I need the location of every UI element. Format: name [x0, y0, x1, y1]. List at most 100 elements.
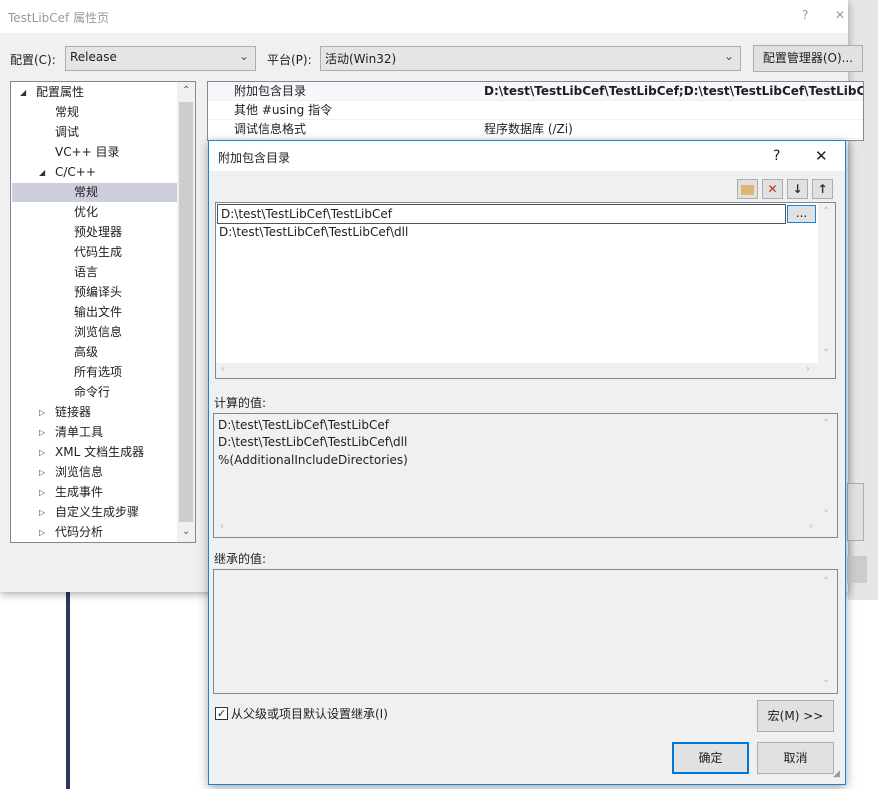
tree-item[interactable]: ▷ 浏览信息 [12, 463, 177, 482]
expander-icon[interactable]: ▷ [39, 423, 45, 442]
dialog-title: 附加包含目录 [218, 151, 291, 165]
config-select[interactable]: Release ⌄ [65, 46, 256, 71]
move-up-button[interactable]: ↑ [812, 179, 833, 199]
tree-item-label: 浏览信息 [74, 325, 123, 339]
scroll-up-icon[interactable]: ⌃ [822, 206, 830, 217]
move-down-button[interactable]: ↓ [787, 179, 808, 199]
tree-item[interactable]: 高级 [12, 343, 177, 362]
scroll-down-icon[interactable]: ⌄ [182, 526, 190, 537]
tree-item[interactable]: VC++ 目录 [12, 143, 177, 162]
tree-item[interactable]: 语言 [12, 263, 177, 282]
property-row[interactable]: 调试信息格式 程序数据库 (/Zi) [208, 120, 863, 139]
expander-icon[interactable]: ◢ [20, 83, 26, 102]
window-title: TestLibCef 属性页 [8, 11, 110, 25]
new-line-button[interactable] [737, 179, 758, 199]
computed-line: D:\test\TestLibCef\TestLibCef [218, 418, 389, 432]
computed-label: 计算的值: [214, 396, 267, 410]
help-button[interactable]: ? [802, 8, 808, 22]
dialog-title-bar: 附加包含目录 ? ✕ [209, 141, 845, 171]
tree-item-label: 输出文件 [74, 305, 123, 319]
tree-item[interactable]: ▷ 自定义生成步骤 [12, 503, 177, 522]
tree-item-label: 所有选项 [74, 365, 123, 379]
title-bar: TestLibCef 属性页 ? ✕ [0, 0, 848, 33]
tree-item[interactable]: 调试 [12, 123, 177, 142]
tree-item[interactable]: ◢ 配置属性 [12, 83, 177, 102]
chevron-down-icon: ⌄ [723, 49, 734, 63]
scroll-down-icon[interactable]: ⌄ [822, 343, 830, 354]
property-grid: 附加包含目录 D:\test\TestLibCef\TestLibCef;D:\t… [207, 81, 864, 141]
entries-list[interactable]: D:\test\TestLibCef\TestLibCef ... D:\tes… [215, 202, 836, 379]
tree-item[interactable]: 优化 [12, 203, 177, 222]
background-button [847, 483, 864, 541]
tree-item-label: 高级 [74, 345, 99, 359]
tree-item[interactable]: 命令行 [12, 383, 177, 402]
tree-item[interactable]: 输出文件 [12, 303, 177, 322]
tree-item[interactable]: ▷ 链接器 [12, 403, 177, 422]
resize-grip-icon[interactable]: ◢ [833, 769, 840, 779]
tree-scrollbar[interactable]: ⌃ ⌄ [177, 82, 195, 542]
tree-item[interactable]: ▷ XML 文档生成器 [12, 443, 177, 462]
platform-select[interactable]: 活动(Win32) ⌄ [320, 46, 741, 71]
scroll-up-icon[interactable]: ⌃ [822, 418, 830, 429]
computed-values-box: D:\test\TestLibCef\TestLibCef D:\test\Te… [213, 413, 838, 538]
scroll-down-icon[interactable]: ⌄ [822, 674, 830, 685]
tree-item[interactable]: ▷ 代码分析 [12, 523, 177, 542]
scroll-up-icon[interactable]: ⌃ [822, 576, 830, 587]
close-button[interactable]: ✕ [815, 147, 828, 165]
tree-item[interactable]: 预处理器 [12, 223, 177, 242]
browse-button[interactable]: ... [787, 205, 816, 223]
property-value: 程序数据库 (/Zi) [484, 122, 573, 136]
macros-button[interactable]: 宏(M) >> [757, 700, 834, 732]
expander-icon[interactable]: ▷ [39, 483, 45, 502]
property-row[interactable]: 其他 #using 指令 [208, 101, 863, 120]
tree-item[interactable]: 常规 [12, 183, 177, 202]
tree-item-label: 常规 [55, 105, 80, 119]
scroll-left-icon[interactable]: ‹ [221, 364, 225, 375]
entry-edit-field[interactable]: D:\test\TestLibCef\TestLibCef [217, 204, 786, 224]
inherited-label: 继承的值: [214, 552, 267, 566]
tree-item-label: 配置属性 [36, 85, 85, 99]
tree-item-label: 清单工具 [55, 425, 104, 439]
expander-icon[interactable]: ▷ [39, 463, 45, 482]
tree-item-label: 调试 [55, 125, 80, 139]
cancel-button[interactable]: 取消 [757, 742, 834, 774]
horizontal-scrollbar[interactable]: ‹ › [216, 363, 835, 378]
arrow-up-icon: ↑ [817, 182, 828, 196]
expander-icon[interactable]: ▷ [39, 443, 45, 462]
ok-button[interactable]: 确定 [672, 742, 749, 774]
tree-item[interactable]: 预编译头 [12, 283, 177, 302]
delete-icon: ✕ [767, 182, 778, 196]
scroll-thumb[interactable] [179, 102, 193, 522]
tree-item[interactable]: ◢ C/C++ [12, 163, 177, 182]
tree-item[interactable]: 代码生成 [12, 243, 177, 262]
vertical-scrollbar[interactable]: ⌃ ⌄ [818, 203, 835, 363]
tree-item-label: 常规 [74, 185, 99, 199]
expander-icon[interactable]: ◢ [39, 163, 45, 182]
scroll-up-icon[interactable]: ⌃ [182, 85, 190, 96]
property-row[interactable]: 附加包含目录 D:\test\TestLibCef\TestLibCef;D:\t… [208, 82, 863, 101]
tree-item[interactable]: ▷ 生成事件 [12, 483, 177, 502]
tree-item[interactable]: 所有选项 [12, 363, 177, 382]
tree-item-label: 语言 [74, 265, 99, 279]
entry-value: D:\test\TestLibCef\TestLibCef [221, 207, 392, 221]
scroll-left-icon[interactable]: ‹ [220, 521, 224, 532]
expander-icon[interactable]: ▷ [39, 503, 45, 522]
inherit-checkbox[interactable]: ✓ [215, 706, 228, 720]
platform-value: 活动(Win32) [325, 52, 397, 66]
help-button[interactable]: ? [773, 148, 780, 164]
close-button[interactable]: ✕ [835, 8, 845, 22]
expander-icon[interactable]: ▷ [39, 403, 45, 422]
config-manager-button[interactable]: 配置管理器(O)... [753, 45, 863, 72]
tree-item[interactable]: ▷ 清单工具 [12, 423, 177, 442]
scroll-down-icon[interactable]: ⌄ [822, 504, 830, 515]
tree-item[interactable]: 常规 [12, 103, 177, 122]
scroll-right-icon[interactable]: › [806, 364, 810, 375]
inherit-checkbox-row[interactable]: ✓ 从父级或项目默认设置继承(I) [215, 705, 388, 721]
tree-item-label: XML 文档生成器 [55, 445, 145, 459]
list-item[interactable]: D:\test\TestLibCef\TestLibCef\dll [219, 225, 408, 239]
tree-item-label: 优化 [74, 205, 99, 219]
expander-icon[interactable]: ▷ [39, 523, 45, 542]
tree-item[interactable]: 浏览信息 [12, 323, 177, 342]
delete-line-button[interactable]: ✕ [762, 179, 783, 199]
scroll-right-icon[interactable]: › [809, 521, 813, 532]
